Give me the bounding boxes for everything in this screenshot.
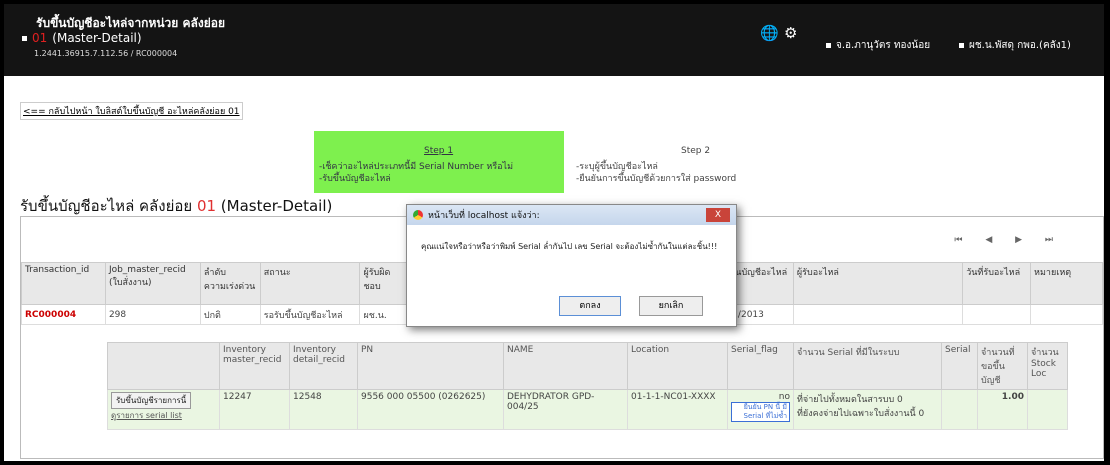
cell [1030,304,1103,325]
cancel-button[interactable]: ยกเลิก [639,296,703,316]
page-title-code: 01 [196,197,217,215]
action-cell: รับขึ้นบัญชีรายการนี้ ดูรายการ serial li… [107,389,220,430]
serial-list-link[interactable]: ดูรายการ serial list [111,411,182,420]
col-header [107,342,220,390]
col-header: Transaction_id [21,262,106,305]
cell: 01-1-1-NC01-XXXX [627,389,728,430]
col-header: Inventory master_recid [219,342,290,390]
step2-heading: Step 2 [681,146,711,156]
gear-icon[interactable]: ⚙ [784,24,797,42]
cell: 298 [104,304,201,325]
cell [792,304,964,325]
col-header: ผู้รับอะไหล่ [792,262,964,305]
detail-header-row: Inventory master_recid Inventory detail_… [107,342,1068,390]
user-name: จ.อ.ภานุวัตร ทองน้อย [836,40,931,51]
confirm-dialog: หน้าเว็บที่ localhost แจ้งว่า: X คุณแน่ใ… [406,204,737,327]
col-header: หมายเหตุ [1030,262,1103,305]
globe-icon[interactable]: 🌐 [760,24,779,42]
step2-line2: -ยืนยันการขึ้นบัญชีด้วยการใส่ password [576,174,737,184]
app-window: รับขึ้นบัญชีอะไหล่จากหน่วย คลังย่อย 01 (… [4,4,1104,461]
col-header: สถานะ [259,262,361,305]
dialog-message: คุณแน่ใจหรือว่าหรือว่าพิมพ์ Serial ล่ำกั… [421,242,718,251]
cell [941,389,978,430]
col-header: Serial_flag [727,342,794,390]
page-title-suffix: (Master-Detail) [216,197,333,215]
detail-table: Inventory master_recid Inventory detail_… [107,342,1068,430]
step2-box: Step 2 -ระบุผู้ขึ้นบัญชีอะไหล่ -ยืนยันกา… [566,131,816,193]
top-header: รับขึ้นบัญชีอะไหล่จากหน่วย คลังย่อย 01 (… [4,4,1104,76]
col-header: Inventory detail_recid [289,342,358,390]
user-link[interactable]: จ.อ.ภานุวัตร ทองน้อย [826,38,930,53]
bullet-icon [826,43,831,48]
col-header: Serial [941,342,978,390]
col-header: Job_master_recid (ใบสั่งงาน) [104,262,201,305]
browser-logo-icon [413,210,423,220]
back-link[interactable]: <== กลับไปหน้า ใบลิสต์ใบขึ้นบัญชี อะไหล่… [20,102,243,120]
bullet-icon [959,43,964,48]
dialog-title: หน้าเว็บที่ localhost แจ้งว่า: [428,211,540,221]
cell: DEHYDRATOR GPD-004/25 [503,389,628,430]
dialog-titlebar: หน้าเว็บที่ localhost แจ้งว่า: [407,205,736,225]
col-header: Location [627,342,728,390]
cell: 9556 000 05500 (0262625) [357,389,504,430]
header-subtitle-row: 01 (Master-Detail) [22,31,142,45]
page-title: รับขึ้นบัญชีอะไหล่ คลังย่อย 01 (Master-D… [20,194,332,218]
serial-total: ที่จ่ายไปทั้งหมดในสารบบ 0 [797,395,903,405]
table-row: รับขึ้นบัญชีรายการนี้ ดูรายการ serial li… [107,389,1068,430]
confirm-serial-badge[interactable]: ยืนยัน PN นี้ มี Serial ที่ไม่ซ้ำ [731,402,790,422]
pager[interactable]: ⏮ ◀ ▶ ⏭ [954,235,1063,245]
user-role: ผช.น.พัสดุ กพอ.(คลัง1) [969,40,1071,51]
cell-transaction-id[interactable]: RC000004 [21,304,106,325]
role-link[interactable]: ผช.น.พัสดุ กพอ.(คลัง1) [959,38,1071,53]
cell [962,304,1032,325]
col-header: ลำดับความเร่งด่วน [199,262,261,305]
header-subtitle: (Master-Detail) [52,31,142,45]
col-header: จำนวน Serial ที่มีในระบบ [793,342,942,390]
bullet-icon [22,35,27,41]
col-header: PN [357,342,504,390]
cell: 12548 [289,389,358,430]
step1-box: Step 1 -เช็คว่าอะไหล่ประเภทนี้มี Serial … [314,131,564,193]
header-address: 1.2441.36915.7.112.56 / RC000004 [34,49,178,58]
col-header: ผู้รับผิดชอบ [359,262,411,305]
serial-count-cell: ที่จ่ายไปทั้งหมดในสารบบ 0 ที่ยังคงจ่ายไป… [793,389,942,430]
col-header: วันที่รับอะไหล่ [962,262,1032,305]
page-title-text: รับขึ้นบัญชีอะไหล่ คลังย่อย [20,197,197,215]
cell: 12247 [219,389,290,430]
step1-line2: -รับขึ้นบัญชีอะไหล่ [319,174,391,184]
serial-job: ที่ยังคงจ่ายไปเฉพาะใบสั่งงานนี้ 0 [797,409,925,419]
ok-button[interactable]: ตกลง [559,296,621,316]
col-header: จำนวนที่ขอขึ้นบัญชี [977,342,1028,390]
cell: ผช.น. [359,304,411,325]
serial-flag-cell: no ยืนยัน PN นี้ มี Serial ที่ไม่ซ้ำ [727,389,794,430]
header-code: 01 [32,31,48,45]
col-header: จำนวน Stock Loc [1027,342,1068,390]
close-icon[interactable]: X [706,208,730,222]
receive-item-button[interactable]: รับขึ้นบัญชีรายการนี้ [111,392,192,409]
cell: รอรับขึ้นบัญชีอะไหล่ [259,304,361,325]
quantity-cell: 1.00 [977,389,1028,430]
serial-flag-value: no [778,392,790,402]
step1-heading: Step 1 [424,146,454,156]
col-header: NAME [503,342,628,390]
cell: ปกติ [199,304,261,325]
cell [1027,389,1068,430]
